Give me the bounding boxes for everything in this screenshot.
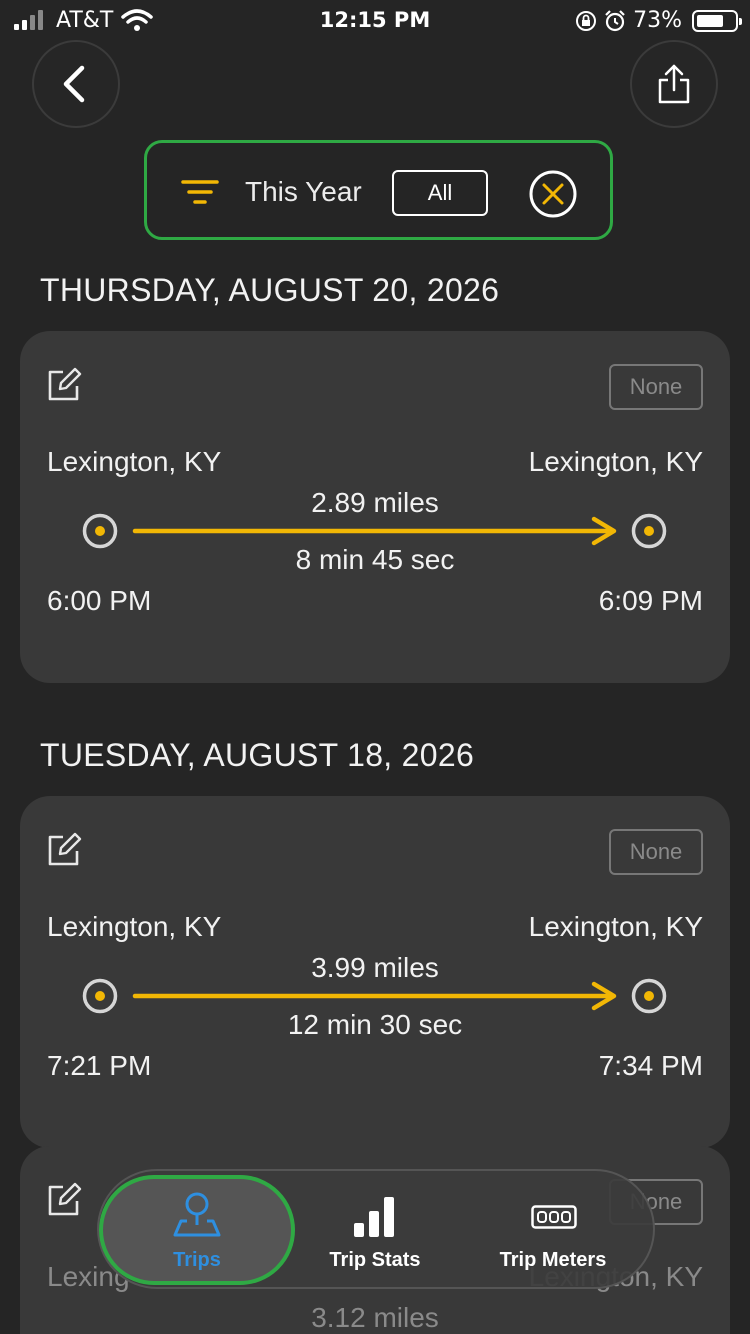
end-location: Lexington, KY xyxy=(528,911,703,942)
chevron-left-icon xyxy=(63,65,85,103)
trip-card[interactable]: None Lexington, KY Lexington, KY 2.89 mi… xyxy=(20,331,730,683)
category-badge[interactable]: None xyxy=(609,364,703,410)
tab-label: Trips xyxy=(173,1249,221,1271)
trip-duration: 12 min 30 sec xyxy=(287,1009,463,1040)
trip-distance: 3.12 miles xyxy=(311,1302,439,1333)
tab-label: Trip Meters xyxy=(499,1249,607,1271)
status-bar: AT&T 12:15 PM 73% xyxy=(0,0,750,40)
edit-icon[interactable] xyxy=(46,832,82,868)
end-time: 6:09 PM xyxy=(598,585,703,616)
map-pin-icon xyxy=(173,1192,221,1237)
start-time: 7:21 PM xyxy=(47,1050,152,1081)
alarm-icon xyxy=(605,9,625,31)
start-location: Lexington, KY xyxy=(47,911,222,942)
trip-card[interactable]: None Lexington, KY Lexington, KY 3.99 mi… xyxy=(20,796,730,1148)
battery-fill xyxy=(697,14,723,27)
end-location: Lexington, KY xyxy=(528,446,703,477)
date-heading: THURSDAY, AUGUST 20, 2026 xyxy=(40,272,500,308)
edit-icon[interactable] xyxy=(46,1182,82,1218)
bar-chart-icon xyxy=(354,1197,394,1237)
end-time: 7:34 PM xyxy=(598,1050,703,1081)
orientation-lock-icon xyxy=(576,10,597,31)
back-button[interactable] xyxy=(32,40,120,128)
share-icon xyxy=(658,64,690,104)
close-circle-icon[interactable] xyxy=(528,169,578,219)
odometer-icon xyxy=(531,1205,577,1229)
battery-percent: 73% xyxy=(633,8,682,33)
date-heading: TUESDAY, AUGUST 18, 2026 xyxy=(40,737,475,773)
tab-trips[interactable]: Trips xyxy=(99,1171,295,1287)
battery-icon xyxy=(692,9,742,32)
tab-trip-meters[interactable]: Trip Meters xyxy=(455,1171,651,1287)
category-badge[interactable]: None xyxy=(609,829,703,875)
start-time: 6:00 PM xyxy=(47,585,152,616)
filter-label[interactable]: This Year xyxy=(245,176,362,208)
trip-duration: 8 min 45 sec xyxy=(295,544,455,575)
status-right: 73% xyxy=(575,8,742,33)
filter-icon[interactable] xyxy=(181,179,221,207)
tab-trip-stats[interactable]: Trip Stats xyxy=(295,1171,455,1287)
start-location: Lexington, KY xyxy=(47,446,222,477)
tab-bar: Trips Trip Stats Trip Meters xyxy=(97,1169,655,1289)
all-button[interactable]: All xyxy=(392,170,488,216)
tab-label: Trip Stats xyxy=(329,1249,421,1271)
edit-icon[interactable] xyxy=(46,367,82,403)
filter-bar: This Year All xyxy=(144,140,613,240)
share-button[interactable] xyxy=(630,40,718,128)
